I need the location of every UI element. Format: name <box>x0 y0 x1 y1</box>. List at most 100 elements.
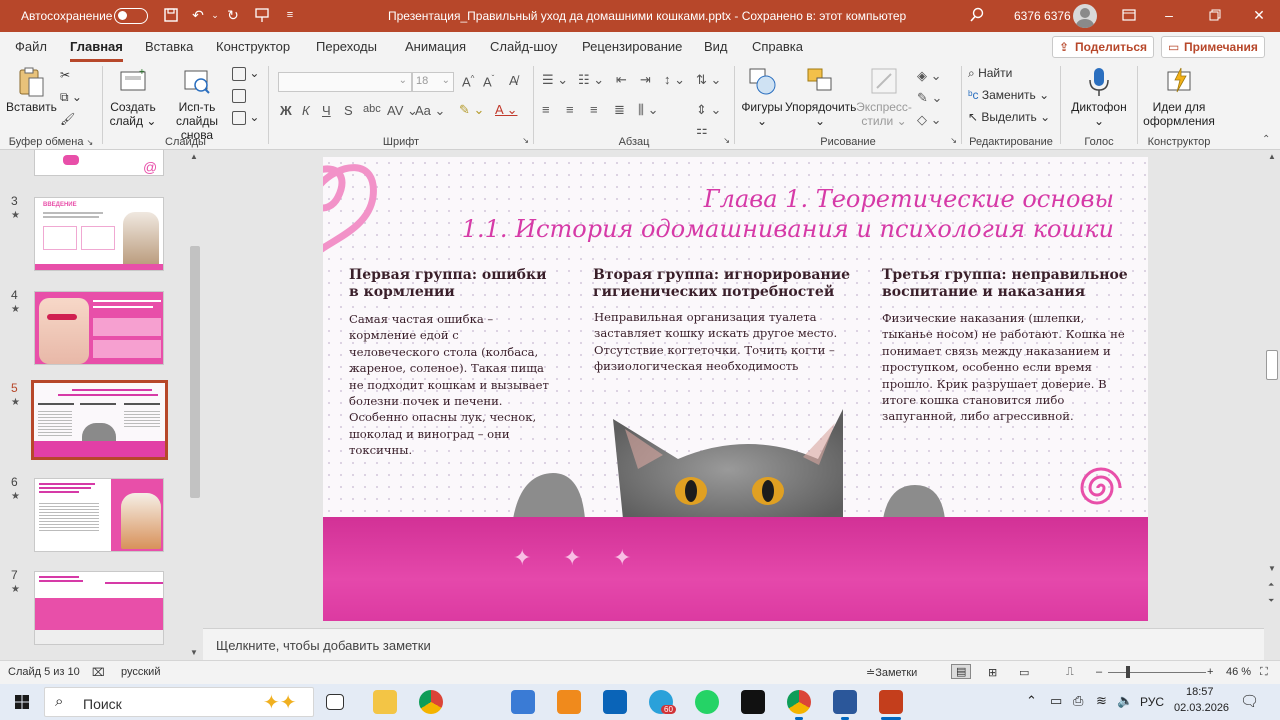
share-button[interactable]: ⇪ Поделиться <box>1052 36 1155 58</box>
chrome-icon[interactable] <box>787 690 811 714</box>
reuse-slides-button[interactable]: Исп-ть слайды снова <box>165 66 229 142</box>
cut-icon[interactable]: ✂ <box>60 68 70 82</box>
word-icon[interactable] <box>833 690 857 714</box>
editor-scrollbar[interactable]: ▲ ▼ ⏶ ⏷ <box>1264 150 1280 660</box>
columns-icon[interactable]: ⫼ ⌄ <box>638 102 659 118</box>
zoom-in-icon[interactable]: + <box>1207 666 1213 678</box>
scroll-down-icon[interactable]: ▼ <box>190 648 198 657</box>
dictate-button[interactable]: Диктофон ⌄ <box>1069 66 1129 128</box>
scroll-up-icon[interactable]: ▲ <box>190 152 198 161</box>
language-indicator[interactable]: русский <box>121 666 160 678</box>
slide-thumbnail-7[interactable] <box>34 571 164 645</box>
scrollbar-thumb[interactable] <box>1266 350 1278 380</box>
scroll-up-icon[interactable]: ▲ <box>1268 152 1276 161</box>
line-spacing-icon[interactable]: ↕ ⌄ <box>664 72 685 88</box>
clock-time[interactable]: 18:57 <box>1186 686 1214 698</box>
tab-home[interactable]: Главная <box>70 39 123 62</box>
present-icon[interactable] <box>254 7 270 23</box>
outlook-icon[interactable] <box>603 690 627 714</box>
copy-icon[interactable]: ⧉ ⌄ <box>60 90 82 105</box>
column-2-heading[interactable]: Вторая группа: игнорирование гигиеническ… <box>593 267 853 301</box>
slide-thumbnail-5[interactable] <box>31 380 168 460</box>
bold-button[interactable]: Ж <box>280 103 292 118</box>
maximize-icon[interactable] <box>1207 7 1223 23</box>
notes-placeholder[interactable]: Щелкните, чтобы добавить заметки <box>216 638 431 653</box>
tab-help[interactable]: Справка <box>752 39 803 54</box>
reset-icon[interactable] <box>232 88 246 103</box>
python-icon[interactable] <box>511 690 535 714</box>
shape-effects-icon[interactable]: ◇ ⌄ <box>917 112 942 128</box>
file-explorer-icon[interactable] <box>373 690 397 714</box>
tab-slideshow[interactable]: Слайд-шоу <box>490 39 557 54</box>
undo-icon[interactable]: ↶ <box>190 7 206 23</box>
shape-outline-icon[interactable]: ✎ ⌄ <box>917 90 942 106</box>
slide-thumbnail-2[interactable]: @ <box>34 150 164 176</box>
zoom-out-icon[interactable]: – <box>1096 666 1102 678</box>
font-color-icon[interactable]: A ⌄ <box>495 102 517 118</box>
numbering-icon[interactable]: ☷ ⌄ <box>578 72 604 88</box>
paste-button[interactable]: Вставить <box>6 66 57 114</box>
tab-animations[interactable]: Анимация <box>405 39 466 54</box>
chrome-icon[interactable] <box>419 690 443 714</box>
previous-slide-icon[interactable]: ⏶ <box>1268 580 1274 590</box>
normal-view-icon[interactable]: ▤ <box>951 664 972 679</box>
app-icon[interactable] <box>741 690 765 714</box>
tray-chevron-icon[interactable]: ⌃ <box>1026 693 1037 709</box>
shapes-button[interactable]: Фигуры ⌄ <box>739 66 785 128</box>
autosave-toggle[interactable] <box>114 8 148 24</box>
slide-thumbnail-4[interactable] <box>34 291 164 365</box>
minimize-icon[interactable]: – <box>1161 7 1177 23</box>
clock-date[interactable]: 02.03.2026 <box>1174 702 1229 714</box>
next-slide-icon[interactable]: ⏷ <box>1268 596 1274 606</box>
comments-button[interactable]: ▭ Примечания <box>1161 36 1265 58</box>
notes-toggle[interactable]: ≐Заметки <box>866 666 917 679</box>
scrollbar-thumb[interactable] <box>190 246 200 498</box>
accessibility-icon[interactable]: ⌧ <box>92 666 105 679</box>
underline-button[interactable]: Ч <box>322 103 331 118</box>
decrease-font-icon[interactable]: Aˇ <box>483 74 494 89</box>
battery-icon[interactable]: ▭ <box>1050 693 1062 709</box>
strike-button[interactable]: S <box>344 103 353 118</box>
zoom-slider-thumb[interactable] <box>1126 666 1130 678</box>
slide-sorter-icon[interactable]: ⊞ <box>988 666 997 679</box>
tab-transitions[interactable]: Переходы <box>316 39 377 54</box>
powerpoint-icon[interactable] <box>879 690 903 714</box>
change-case-icon[interactable]: Aa ⌄ <box>415 103 445 119</box>
justify-icon[interactable]: ≣ <box>614 102 625 118</box>
sublime-icon[interactable] <box>557 690 581 714</box>
user-avatar[interactable] <box>1073 4 1097 28</box>
save-icon[interactable] <box>163 7 179 23</box>
align-left-icon[interactable]: ≡ <box>542 102 550 117</box>
ribbon-display-icon[interactable] <box>1121 7 1137 23</box>
slide-title-line-1[interactable]: Глава 1. Теоретические основы <box>323 185 1114 213</box>
column-2-text[interactable]: Неправильная организация туалета заставл… <box>594 309 844 375</box>
font-name-combo[interactable]: ⌄ <box>278 72 412 92</box>
decrease-indent-icon[interactable]: ⇤ <box>616 72 627 88</box>
input-language[interactable]: РУС <box>1140 695 1164 709</box>
tab-view[interactable]: Вид <box>704 39 728 54</box>
reading-view-icon[interactable]: ▭ <box>1019 666 1029 679</box>
tab-design[interactable]: Конструктор <box>216 39 290 54</box>
text-direction-icon[interactable]: ⇅ ⌄ <box>696 72 721 88</box>
task-view-icon[interactable] <box>326 694 344 710</box>
design-ideas-button[interactable]: Идеи для оформления <box>1142 66 1216 128</box>
printer-icon[interactable]: ⎙ <box>1073 693 1083 709</box>
tab-insert[interactable]: Вставка <box>145 39 193 54</box>
windows-start-icon[interactable] <box>15 695 29 709</box>
align-text-icon[interactable]: ⇕ ⌄ <box>696 102 721 118</box>
undo-dropdown-icon[interactable]: ⌄ <box>207 7 223 23</box>
volume-icon[interactable]: 🔈 <box>1117 693 1133 709</box>
slide-thumbnail-6[interactable] <box>34 478 164 552</box>
bullets-icon[interactable]: ☰ ⌄ <box>542 72 568 88</box>
notes-pane[interactable]: Щелкните, чтобы добавить заметки <box>203 628 1264 660</box>
tab-file[interactable]: Файл <box>15 39 47 54</box>
increase-indent-icon[interactable]: ⇥ <box>640 72 651 88</box>
collapse-ribbon-icon[interactable]: ⌃ <box>1262 134 1270 145</box>
clear-format-icon[interactable]: A̸ <box>509 73 518 88</box>
slide-thumbnail-3[interactable]: ВВЕДЕНИЕ <box>34 197 164 271</box>
find-button[interactable]: ⌕ Найти <box>968 66 1012 81</box>
new-slide-button[interactable]: + Создать слайд ⌄ <box>107 66 159 128</box>
italic-button[interactable]: К <box>302 103 310 118</box>
fit-to-window-icon[interactable]: ⛶ <box>1260 666 1268 679</box>
format-painter-icon[interactable]: 🖌 <box>60 112 75 126</box>
